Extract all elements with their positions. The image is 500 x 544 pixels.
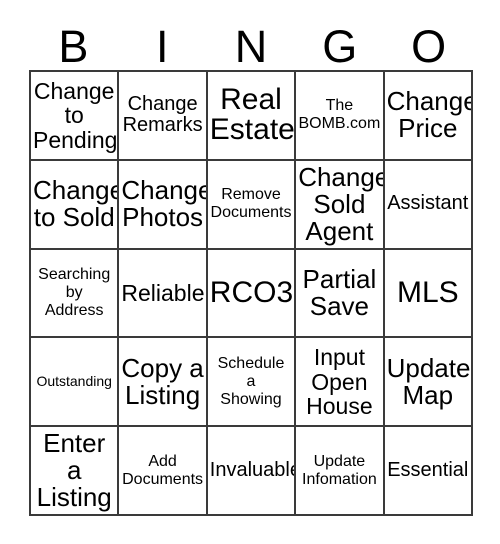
- bingo-cell-label: Change Remarks: [122, 92, 203, 137]
- bingo-cell[interactable]: Outstanding: [31, 338, 120, 428]
- bingo-cell[interactable]: MLS: [384, 249, 473, 339]
- bingo-cell[interactable]: Update Infomation: [296, 427, 385, 516]
- header-letter-g: G: [322, 21, 358, 72]
- bingo-cell-label: Input Open House: [306, 344, 373, 419]
- bingo-grid: Change to Pending Change Remarks Real Es…: [29, 70, 473, 516]
- bingo-cell-label: Essential: [387, 458, 469, 481]
- bingo-header-row: B I N G O: [29, 14, 473, 70]
- bingo-cell-label: Copy a Listing: [121, 352, 204, 410]
- bingo-cell[interactable]: Change Photos: [119, 160, 208, 250]
- bingo-cell-label: Change to Pending: [33, 77, 118, 153]
- bingo-cell-label: RCO3: [209, 275, 294, 309]
- bingo-cell[interactable]: Partial Save: [296, 249, 385, 339]
- bingo-cell[interactable]: Change Sold Agent: [296, 160, 385, 250]
- header-letter-o: O: [411, 21, 447, 72]
- bingo-cell[interactable]: Change Remarks: [119, 72, 208, 161]
- bingo-cell-label: Enter a Listing: [36, 428, 112, 513]
- bingo-cell-label: Invaluable: [209, 458, 297, 481]
- header-letter-n: N: [234, 21, 268, 72]
- bingo-cell-label: Update Map: [386, 352, 471, 410]
- bingo-cell-label: Schedule a Showing: [217, 354, 285, 408]
- bingo-cell-label: Reliable: [121, 279, 205, 306]
- bingo-cell-label: Update Infomation: [302, 452, 377, 488]
- bingo-cell[interactable]: Add Documents: [119, 427, 208, 516]
- bingo-cell-label: MLS: [396, 275, 459, 309]
- bingo-cell[interactable]: Searching by Address: [31, 249, 120, 339]
- bingo-cell[interactable]: Input Open House: [296, 338, 385, 428]
- bingo-cell[interactable]: Change to Pending: [31, 72, 120, 161]
- bingo-cell[interactable]: Change Price: [384, 72, 473, 161]
- bingo-cell-label: Real Estate: [209, 82, 295, 147]
- bingo-cell-label: Change Price: [386, 86, 473, 144]
- bingo-cell-label: Remove Documents: [210, 186, 292, 222]
- bingo-cell-label: Partial Save: [302, 263, 377, 321]
- bingo-cell[interactable]: RCO3: [207, 249, 297, 339]
- header-letter-b: B: [58, 21, 89, 72]
- bingo-cell-label: Add Documents: [122, 452, 204, 488]
- bingo-cell[interactable]: Real Estate: [207, 72, 297, 161]
- bingo-cell[interactable]: Invaluable: [207, 427, 297, 516]
- bingo-cell[interactable]: Enter a Listing: [31, 427, 120, 516]
- bingo-cell[interactable]: Change to Sold: [31, 160, 120, 250]
- bingo-cell-label: Change Sold Agent: [298, 161, 385, 246]
- bingo-cell[interactable]: Essential: [384, 427, 473, 516]
- bingo-cell-label: Change Photos: [121, 175, 208, 233]
- bingo-cell[interactable]: Remove Documents: [207, 160, 297, 250]
- bingo-card: B I N G O Change to Pending Change Remar…: [0, 0, 500, 544]
- bingo-cell-label: Change to Sold: [33, 175, 120, 233]
- bingo-cell[interactable]: Update Map: [384, 338, 473, 428]
- bingo-cell[interactable]: Reliable: [119, 249, 208, 339]
- bingo-cell[interactable]: Copy a Listing: [119, 338, 208, 428]
- bingo-cell-label: The BOMB.com: [298, 97, 381, 133]
- bingo-cell-label: Searching by Address: [38, 266, 111, 319]
- bingo-cell[interactable]: The BOMB.com: [296, 72, 385, 161]
- bingo-cell-label: Assistant: [387, 192, 469, 215]
- bingo-cell[interactable]: Assistant: [384, 160, 473, 250]
- header-letter-i: I: [155, 21, 169, 72]
- bingo-cell[interactable]: Schedule a Showing: [207, 338, 297, 428]
- bingo-cell-label: Outstanding: [36, 372, 112, 389]
